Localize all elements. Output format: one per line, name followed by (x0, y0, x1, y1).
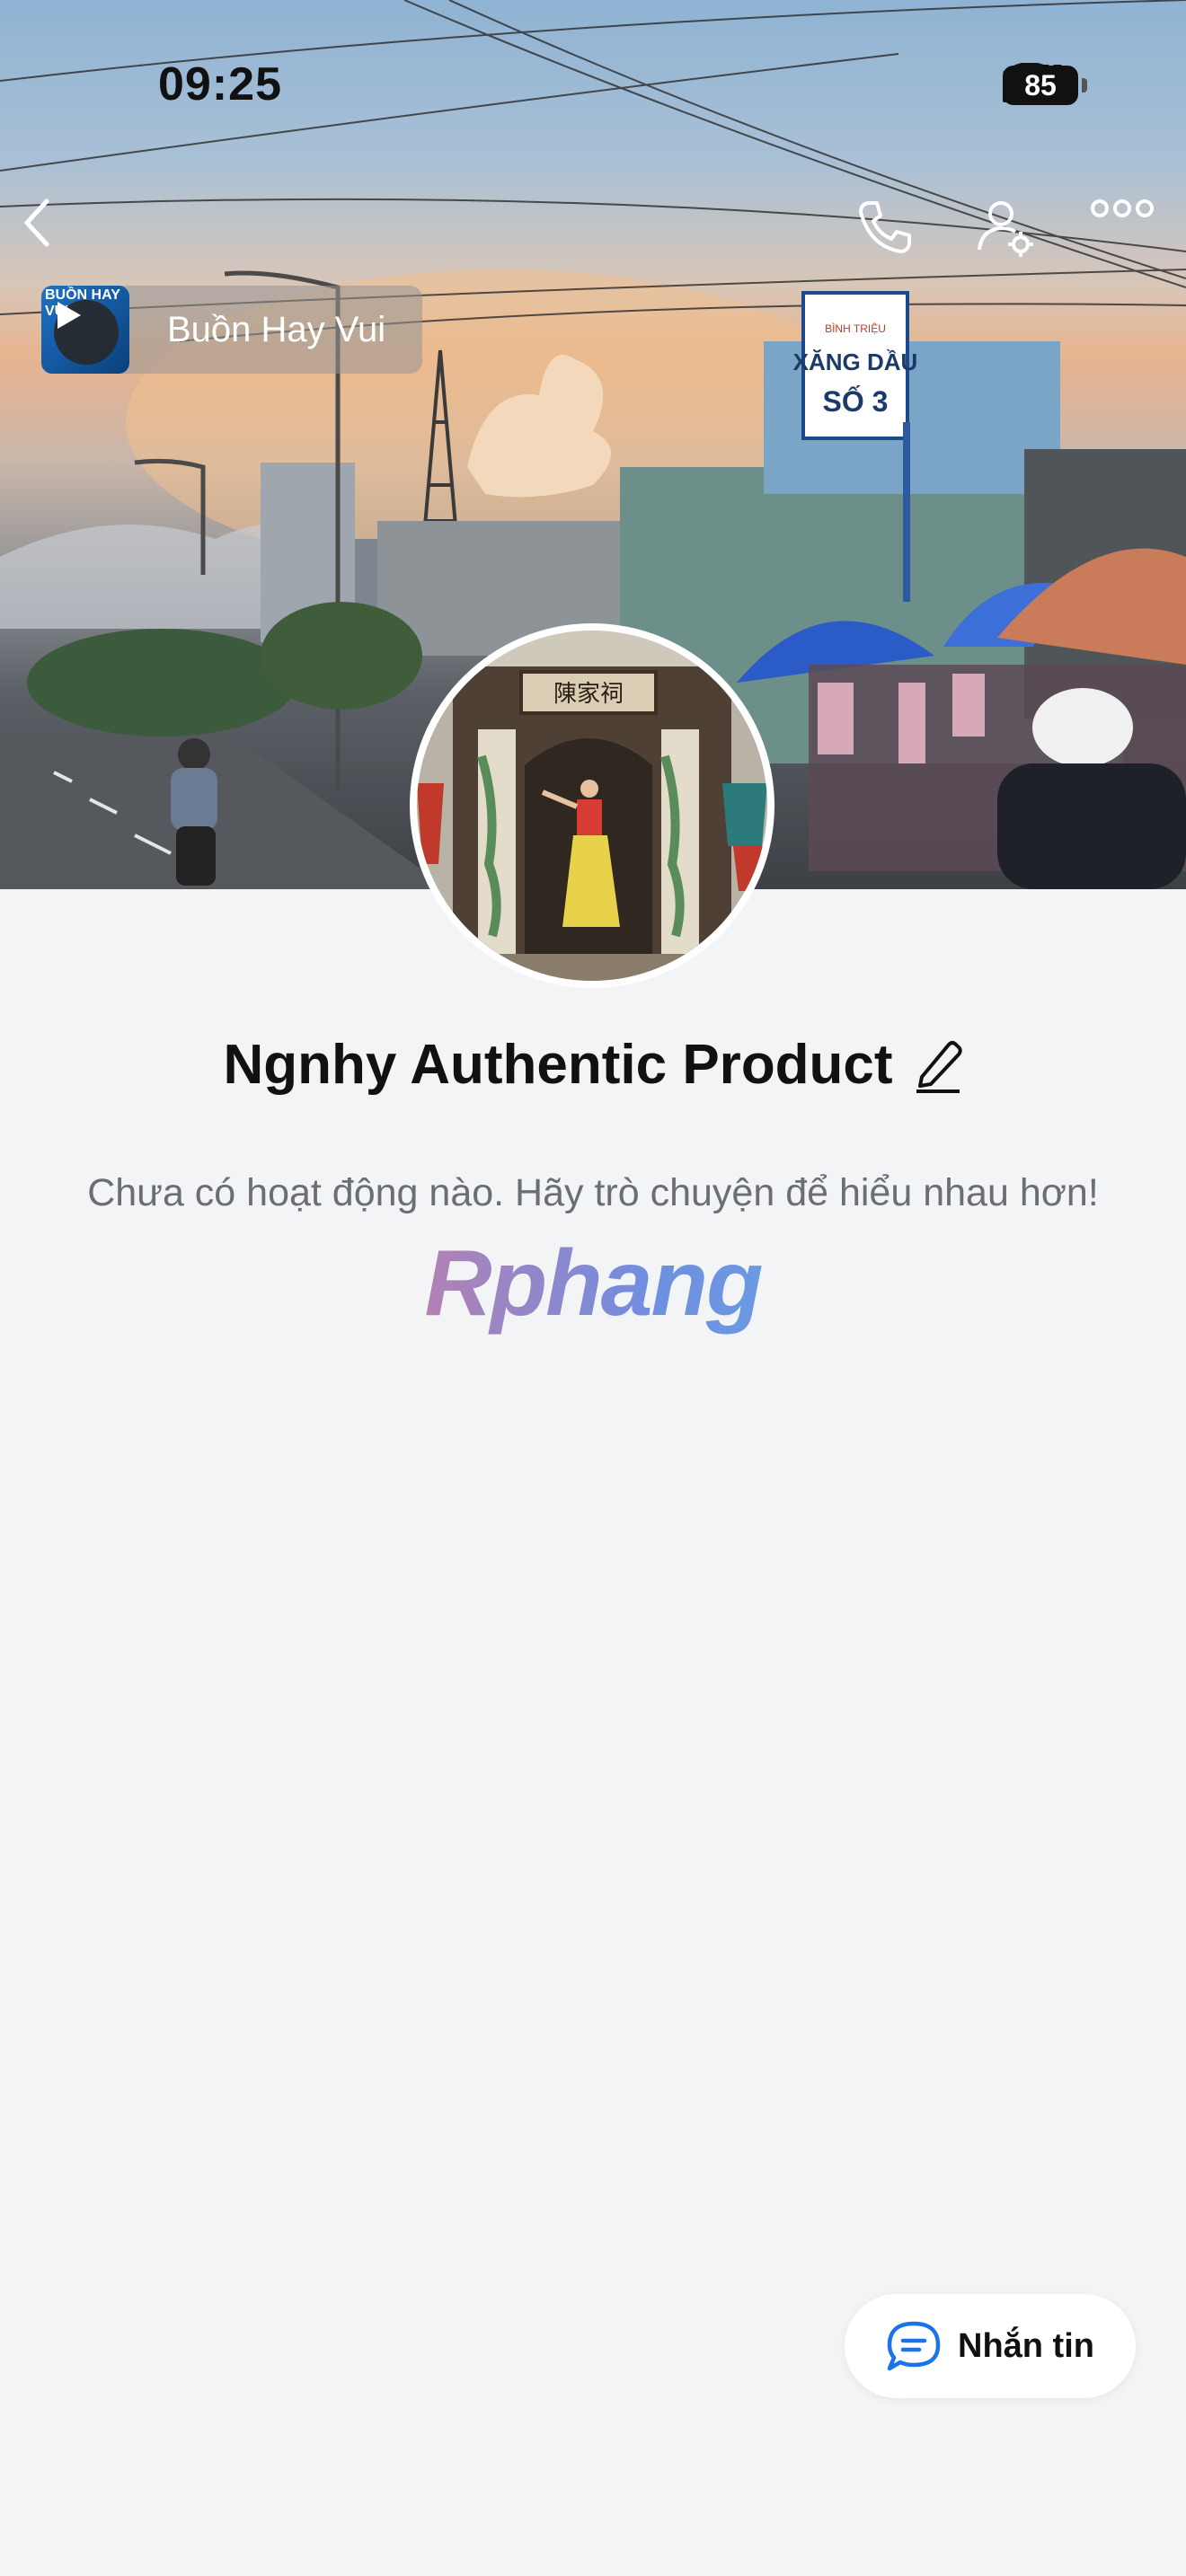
chevron-left-icon (24, 198, 49, 247)
cover-sign-line1: BÌNH TRIỆU (825, 322, 886, 335)
activity-empty-text: Chưa có hoạt động nào. Hãy trò chuyện để… (87, 1171, 1099, 1214)
phone-icon (859, 201, 911, 253)
message-button-label: Nhắn tin (958, 2326, 1094, 2365)
battery-indicator: 85 (1003, 66, 1087, 105)
profile-name-row: Ngnhy Authentic Product (0, 1033, 1186, 1097)
call-button[interactable] (855, 198, 927, 269)
cover-sign-line3: SỐ 3 (823, 385, 889, 418)
message-button[interactable]: Nhắn tin (845, 2294, 1136, 2398)
music-title: Buồn Hay Vui (167, 309, 386, 349)
avatar-scene: 陳家祠 (417, 631, 767, 981)
music-thumbnail: BUỒN HAY VUI (41, 286, 129, 374)
user-settings-icon (978, 201, 1033, 257)
play-button[interactable] (54, 300, 119, 365)
more-dots-icon (1091, 199, 1154, 217)
more-button[interactable] (1091, 198, 1163, 269)
back-button[interactable] (20, 198, 92, 269)
status-icons: 85 (1003, 63, 1087, 108)
edit-pencil-icon[interactable] (913, 1037, 963, 1093)
avatar-sign-text: 陳家祠 (553, 681, 624, 708)
avatar-photo: 陳家祠 (417, 631, 767, 981)
profile-name: Ngnhy Authentic Product (223, 1034, 893, 1096)
avatar[interactable]: 陳家祠 (410, 623, 774, 988)
cover-sign-line2: XĂNG DẦU (793, 348, 918, 375)
watermark-logo: Rphang (0, 1231, 1186, 1337)
status-time: 09:25 (158, 58, 282, 110)
profile-music-player[interactable]: BUỒN HAY VUI Buồn Hay Vui (41, 286, 422, 374)
chat-bubble-icon (887, 2321, 941, 2371)
play-icon (58, 302, 81, 329)
profile-settings-button[interactable] (976, 198, 1048, 269)
